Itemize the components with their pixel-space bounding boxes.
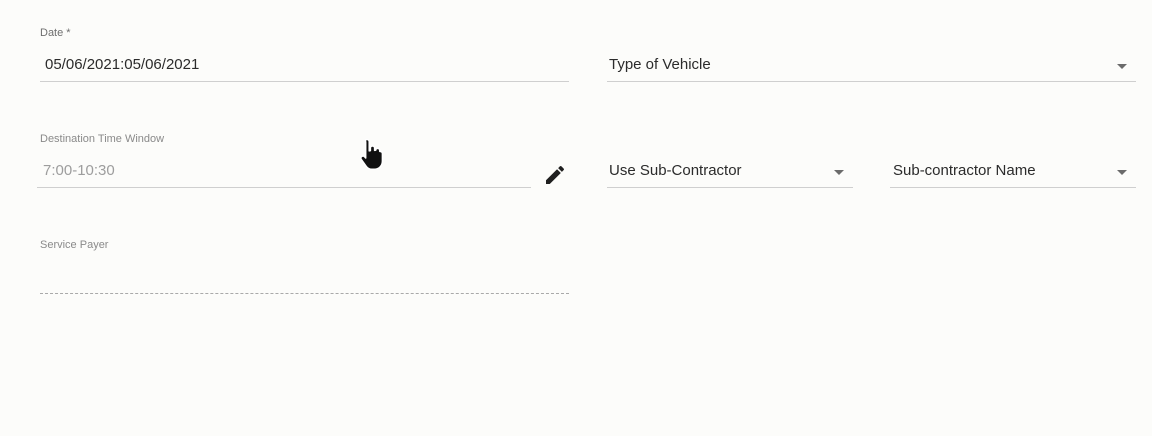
destination-time-window-underline — [37, 187, 531, 188]
service-payer-underline — [40, 293, 569, 294]
sub-contractor-name-underline — [890, 187, 1136, 188]
destination-time-window-label: Destination Time Window — [40, 133, 165, 145]
use-sub-contractor-select[interactable]: Use Sub-Contractor — [607, 132, 853, 190]
pencil-icon[interactable] — [543, 163, 567, 187]
hand-pointer-icon — [360, 138, 384, 171]
use-sub-contractor-underline — [607, 187, 853, 188]
date-input[interactable]: 05/06/2021:05/06/2021 — [45, 56, 199, 73]
chevron-down-icon[interactable] — [834, 170, 844, 175]
destination-time-window-input[interactable]: 7:00-10:30 — [43, 162, 115, 179]
type-of-vehicle-underline — [607, 81, 1136, 82]
chevron-down-icon[interactable] — [1117, 64, 1127, 69]
chevron-down-icon[interactable] — [1117, 170, 1127, 175]
sub-contractor-name-placeholder: Sub-contractor Name — [893, 162, 1036, 179]
form-page: Date * 05/06/2021:05/06/2021 Type of Veh… — [0, 0, 1152, 436]
sub-contractor-name-select[interactable]: Sub-contractor Name — [890, 132, 1136, 190]
service-payer-label: Service Payer — [40, 239, 109, 251]
type-of-vehicle-select[interactable]: Type of Vehicle — [607, 26, 1136, 84]
date-field[interactable]: Date * 05/06/2021:05/06/2021 — [40, 26, 569, 84]
service-payer-field[interactable]: Service Payer — [40, 238, 569, 296]
type-of-vehicle-placeholder: Type of Vehicle — [609, 56, 711, 73]
destination-time-window-field[interactable]: Destination Time Window 7:00-10:30 — [37, 132, 532, 190]
date-label: Date * — [40, 27, 71, 39]
use-sub-contractor-placeholder: Use Sub-Contractor — [609, 162, 742, 179]
date-underline — [40, 81, 569, 82]
